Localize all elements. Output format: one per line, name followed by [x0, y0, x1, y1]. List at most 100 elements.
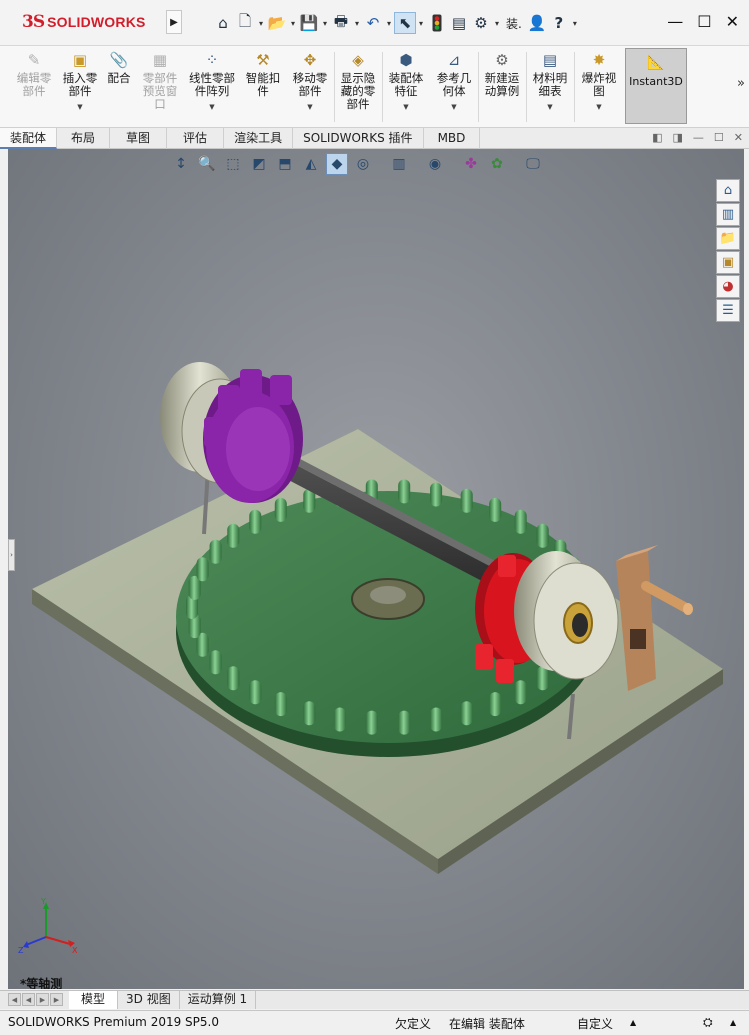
new-document-icon[interactable]: 🗋 [234, 12, 256, 34]
open-folder-icon[interactable]: 📂 [266, 12, 288, 34]
gear-peg [227, 666, 240, 691]
mate-button[interactable]: 📎 配合 [104, 50, 134, 85]
minimize-icon[interactable]: — [667, 12, 683, 31]
move-component-dropdown-icon[interactable]: ▼ [307, 101, 312, 114]
tab-solidworks-addins[interactable]: SOLIDWORKS 插件 [293, 128, 424, 149]
search-commands-label[interactable]: 装. [502, 15, 526, 32]
tab-render-tools[interactable]: 渲染工具 [224, 128, 294, 149]
assembly-features-dropdown-icon[interactable]: ▼ [403, 101, 408, 114]
bill-of-materials-button[interactable]: ▤ 材料明 细表 ▼ [528, 50, 572, 114]
file-explorer-icon[interactable]: 📁 [716, 227, 740, 250]
exploded-view-button[interactable]: ✸ 爆炸视 图 ▼ [576, 50, 622, 114]
prev-tab-icon[interactable]: ◀ [22, 993, 35, 1006]
insert-component-button[interactable]: ▣ 插入零 部件 ▼ [58, 50, 102, 114]
ribbon-overflow-chevron-icon[interactable]: » [737, 76, 745, 91]
solidworks-logo: 3S SOLIDWORKS [22, 11, 146, 33]
section-view-icon[interactable]: ◩ [248, 153, 270, 175]
help-icon[interactable]: ? [548, 12, 570, 34]
maximize-icon[interactable]: ☐ [697, 12, 711, 31]
linear-pattern-button[interactable]: ⁘ 线性零部 件阵列 ▼ [186, 50, 238, 114]
save-dropdown-icon[interactable]: ▾ [320, 19, 330, 28]
file-properties-icon[interactable]: ▤ [448, 12, 470, 34]
exploded-view-dropdown-icon[interactable]: ▼ [596, 101, 601, 114]
view-palette-icon[interactable]: ▣ [716, 251, 740, 274]
apply-scene-icon[interactable]: ◉ [424, 153, 446, 175]
svg-text:X: X [72, 946, 78, 955]
view-settings-icon[interactable]: ✤ [460, 153, 482, 175]
reference-geometry-dropdown-icon[interactable]: ▼ [451, 101, 456, 114]
status-menu-dropdown-icon[interactable]: ▲ [730, 1018, 736, 1027]
rebuild-status-icon[interactable]: ⛭ [703, 1015, 713, 1030]
viewport-minimize-icon[interactable]: — [693, 131, 704, 144]
feature-manager-toggle-icon[interactable]: › [8, 539, 15, 571]
first-tab-icon[interactable]: ◀ [8, 993, 21, 1006]
rebuild-traffic-light-icon[interactable] [426, 12, 448, 34]
menu-flyout-arrow-icon[interactable]: ▶ [166, 10, 182, 34]
close-icon[interactable]: ✕ [726, 12, 739, 31]
tab-model[interactable]: 模型 [69, 991, 119, 1009]
bom-dropdown-icon[interactable]: ▼ [547, 101, 552, 114]
purple-pinion-gear[interactable] [203, 369, 303, 503]
smart-fasteners-button[interactable]: ⚒ 智能扣 件 [242, 50, 284, 98]
custom-properties-icon[interactable]: ☰ [716, 299, 740, 322]
tab-layout[interactable]: 布局 [57, 128, 111, 149]
home-icon[interactable]: ⌂ [212, 12, 234, 34]
view-orientation-icon[interactable]: ◭ [300, 153, 322, 175]
render-tools-icon[interactable]: ✿ [486, 153, 508, 175]
print-icon[interactable]: 🖶 [330, 12, 352, 34]
gear-peg [430, 482, 443, 507]
move-component-button[interactable]: ✥ 移动零 部件 ▼ [288, 50, 332, 114]
dynamic-annotation-icon[interactable]: ⬒ [274, 153, 296, 175]
assembly-model[interactable] [8, 149, 744, 989]
select-dropdown-icon[interactable]: ▾ [416, 19, 426, 28]
open-dropdown-icon[interactable]: ▾ [288, 19, 298, 28]
viewport-close-icon[interactable]: ✕ [734, 131, 743, 144]
tab-mbd[interactable]: MBD [424, 128, 481, 149]
new-dropdown-icon[interactable]: ▾ [256, 19, 266, 28]
component-preview-button[interactable]: ▦ 零部件 预览窗 口 [138, 50, 182, 111]
instant3d-button[interactable]: 📐 Instant3D [625, 48, 687, 124]
help-dropdown-icon[interactable]: ▾ [570, 19, 580, 28]
zoom-to-fit-icon[interactable]: ↕ [170, 153, 192, 175]
options-gear-icon[interactable]: ⚙ [470, 12, 492, 34]
appearances-scenes-icon[interactable]: ◕ [716, 275, 740, 298]
last-tab-icon[interactable]: ▶ [50, 993, 63, 1006]
user-account-icon[interactable]: 👤 [526, 12, 548, 34]
select-cursor-icon[interactable]: ⬉ [394, 12, 416, 34]
save-icon[interactable]: 💾 [298, 12, 320, 34]
restore-left-icon[interactable]: ◧ [652, 131, 662, 144]
tab-window-controls: ◧ ◨ — ☐ ✕ [652, 131, 743, 144]
print-dropdown-icon[interactable]: ▾ [352, 19, 362, 28]
units-dropdown-icon[interactable]: ▲ [630, 1018, 636, 1027]
tab-assembly[interactable]: 装配体 [0, 128, 58, 149]
undo-icon[interactable]: ↶ [362, 12, 384, 34]
solidworks-resources-icon[interactable]: ⌂ [716, 179, 740, 202]
design-library-icon[interactable]: ▥ [716, 203, 740, 226]
monitor-display-icon[interactable]: 🖵 [522, 153, 544, 175]
units-status-text[interactable]: 自定义 [577, 1015, 613, 1032]
tab-evaluate[interactable]: 评估 [167, 128, 225, 149]
assembly-features-label: 装配体 特征 [388, 71, 424, 98]
undo-dropdown-icon[interactable]: ▾ [384, 19, 394, 28]
hide-show-items-icon[interactable]: ◎ [352, 153, 374, 175]
viewport-maximize-icon[interactable]: ☐ [714, 131, 724, 144]
restore-right-icon[interactable]: ◨ [673, 131, 683, 144]
assembly-features-button[interactable]: ⬢ 装配体 特征 ▼ [384, 50, 428, 114]
tab-sketch[interactable]: 草图 [110, 128, 168, 149]
insert-component-dropdown-icon[interactable]: ▼ [77, 101, 82, 114]
show-hidden-components-button[interactable]: ◈ 显示隐 藏的零 部件 [336, 50, 380, 111]
edit-component-button[interactable]: ✎ 编辑零 部件 [12, 50, 56, 98]
previous-view-icon[interactable]: ⬚ [222, 153, 244, 175]
reference-geometry-button[interactable]: ⊿ 参考几 何体 ▼ [432, 50, 476, 114]
edit-appearance-icon[interactable]: ▥ [388, 153, 410, 175]
zoom-to-area-icon[interactable]: 🔍 [196, 153, 218, 175]
new-motion-study-button[interactable]: ⚙ 新建运 动算例 [480, 50, 524, 98]
display-style-icon[interactable]: ◆ [326, 153, 348, 175]
options-dropdown-icon[interactable]: ▾ [492, 19, 502, 28]
tab-3d-views[interactable]: 3D 视图 [118, 991, 180, 1009]
gear-peg [489, 692, 502, 717]
linear-pattern-dropdown-icon[interactable]: ▼ [209, 101, 214, 114]
graphics-area[interactable]: ↕ 🔍 ⬚ ◩ ⬒ ◭ ◆ ◎ ▥ ◉ ✤ ✿ 🖵 ⌂ ▥ 📁 ▣ ◕ ☰ › … [8, 149, 744, 989]
tab-motion-study-1[interactable]: 运动算例 1 [180, 991, 257, 1009]
next-tab-icon[interactable]: ▶ [36, 993, 49, 1006]
